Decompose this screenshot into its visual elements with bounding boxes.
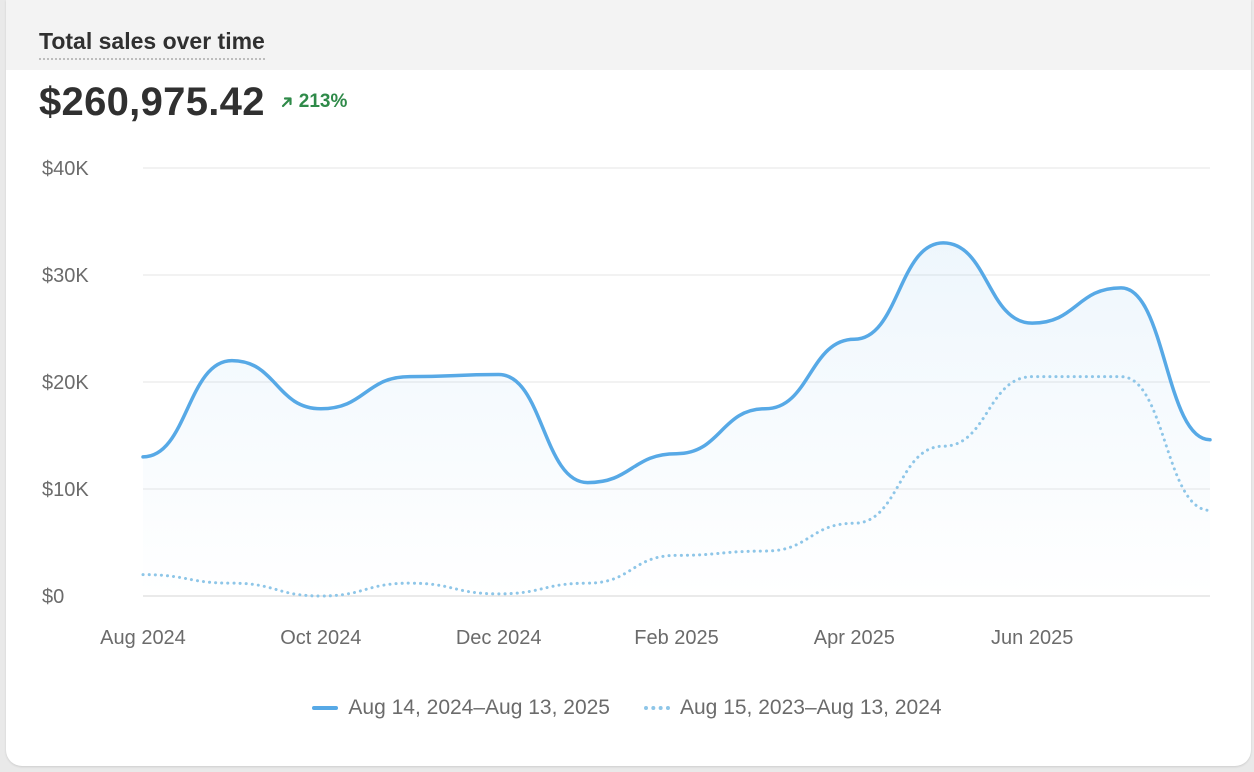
y-tick-label: $40K — [42, 158, 89, 180]
y-tick-label: $20K — [42, 372, 89, 394]
sales-line-chart: $0 $10K $20K $30K $40K Aug 2024 Oct 2024 Dec 20… — [42, 158, 1212, 649]
x-tick-label: Dec 2024 — [456, 627, 542, 649]
y-tick-label: $0 — [42, 586, 64, 608]
legend-item-current[interactable]: Aug 14, 2024–Aug 13, 2025 — [312, 696, 610, 720]
x-tick-label: Feb 2025 — [634, 627, 719, 649]
current-series-area — [143, 242, 1210, 596]
x-tick-label: Jun 2025 — [991, 627, 1073, 649]
x-tick-label: Aug 2024 — [100, 627, 186, 649]
x-tick-label: Apr 2025 — [814, 627, 895, 649]
legend-item-previous[interactable]: Aug 15, 2023–Aug 13, 2024 — [644, 696, 942, 720]
x-tick-label: Oct 2024 — [280, 627, 361, 649]
y-tick-label: $10K — [42, 479, 89, 501]
y-tick-label: $30K — [42, 265, 89, 287]
chart-legend: Aug 14, 2024–Aug 13, 2025 Aug 15, 2023–A… — [0, 696, 1254, 720]
legend-swatch-solid — [312, 706, 339, 710]
legend-swatch-dotted — [644, 706, 670, 710]
legend-label-current: Aug 14, 2024–Aug 13, 2025 — [348, 696, 610, 719]
legend-label-previous: Aug 15, 2023–Aug 13, 2024 — [680, 696, 942, 719]
